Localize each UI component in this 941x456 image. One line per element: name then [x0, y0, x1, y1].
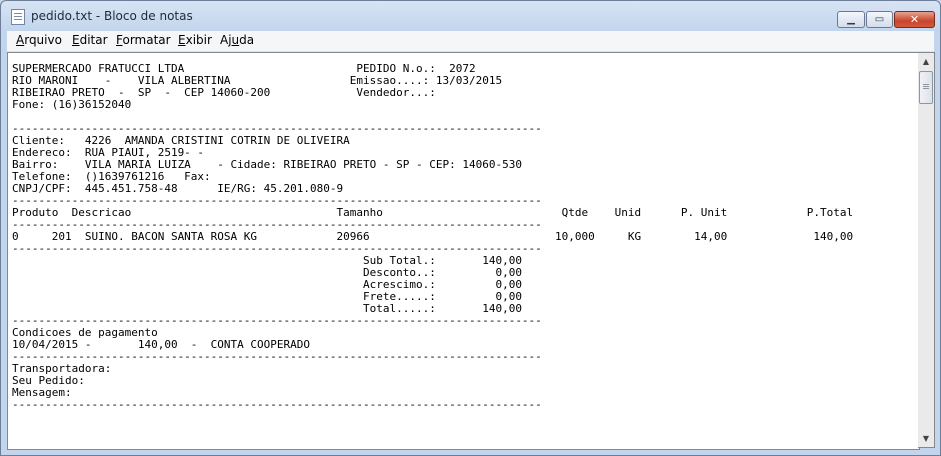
close-icon: ✕ [909, 13, 920, 26]
menu-formatar-label: ormatar [122, 33, 171, 47]
menu-exibir-accel: E [178, 33, 186, 47]
menu-formatar[interactable]: Formatar [116, 33, 171, 47]
menu-ajuda-prefix: Aj [220, 33, 232, 47]
notepad-icon[interactable] [11, 9, 25, 25]
menu-ajuda-label: da [239, 33, 255, 47]
scroll-up-icon[interactable]: ▲ [918, 53, 934, 70]
title-bar[interactable]: pedido.txt - Bloco de notas ▁ ▭ ✕ [1, 1, 940, 31]
menu-arquivo[interactable]: Arquivo [16, 33, 62, 47]
minimize-button[interactable]: ▁ [837, 11, 865, 28]
close-button[interactable]: ✕ [894, 11, 935, 28]
menu-editar-accel: E [72, 33, 80, 47]
menu-ajuda-accel: u [231, 33, 240, 47]
menu-exibir[interactable]: Exibir [178, 33, 212, 47]
text-editor-area[interactable]: SUPERMERCADO FRATUCCI LTDA PEDIDO N.o.: … [7, 52, 920, 450]
menu-bar: Arquivo Editar Formatar Exibir Ajuda [7, 31, 934, 52]
maximize-icon: ▭ [874, 14, 885, 25]
vertical-scrollbar[interactable]: ▲ ▼ [918, 52, 935, 448]
notepad-window: pedido.txt - Bloco de notas ▁ ▭ ✕ Arquiv… [0, 0, 941, 456]
menu-arquivo-accel: A [16, 33, 25, 47]
menu-exibir-label: xibir [185, 33, 212, 47]
document-text: SUPERMERCADO FRATUCCI LTDA PEDIDO N.o.: … [12, 62, 854, 411]
maximize-button[interactable]: ▭ [866, 11, 893, 28]
window-title: pedido.txt - Bloco de notas [31, 9, 193, 23]
minimize-icon: ▁ [847, 14, 855, 25]
menu-arquivo-label: rquivo [24, 33, 62, 47]
scroll-thumb[interactable] [919, 71, 933, 104]
menu-ajuda[interactable]: Ajuda [220, 33, 254, 47]
scroll-down-icon[interactable]: ▼ [918, 430, 934, 447]
menu-editar[interactable]: Editar [72, 33, 108, 47]
menu-editar-label: ditar [79, 33, 108, 47]
grip-icon [923, 84, 929, 85]
